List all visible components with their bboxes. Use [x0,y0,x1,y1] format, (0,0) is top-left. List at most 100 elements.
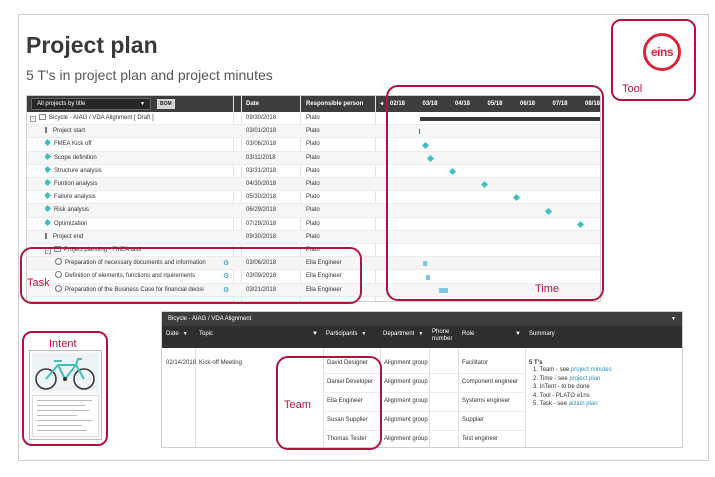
summary-item: 2. Time - see project plan [533,375,612,384]
task-responsible: Plato [306,128,320,135]
topic-filter-icon[interactable]: ▼ [312,331,318,337]
phone-header[interactable]: Phone number [432,329,456,343]
project-filter-dropdown[interactable]: All projects by title ▼ [31,98,151,110]
date-header-label: Date [166,331,179,337]
participant-department: Alignment group [384,379,428,385]
meeting-date: 02/14/2018 [166,360,197,366]
task-name-label: Project end [53,233,84,240]
task-responsible: Plato [306,207,320,214]
diamond-icon [45,218,52,226]
bicycle-icon [35,358,95,390]
task-name: FMEA Kick off [45,138,221,151]
task-name-label: Failure analysis [54,194,96,201]
column-divider [458,348,459,447]
flag-icon [45,232,50,239]
summary-item-text: 3. InTent - to be done [533,384,590,390]
summary-item-text: 5. Task - see [533,401,569,407]
filter-icon[interactable]: ▼ [418,331,423,337]
date-column-header[interactable]: Date [246,96,259,112]
bom-button[interactable]: BOM [157,99,175,109]
task-name-label: Structure analysis [54,167,102,174]
intent-callout-label: Intent [49,338,77,350]
task-name: − Bicycle - AIAG / VDA Alignment [ Draft … [30,112,221,125]
diamond-icon [45,178,52,187]
task-name-label: Optimization [54,220,88,227]
box-icon [39,114,46,120]
diamond-icon [45,205,52,213]
task-name-label: Funtion analysis [54,181,98,187]
participant-department: Alignment group [384,398,428,404]
phone-header-label: Phone number [432,329,453,342]
task-name-label: Bicycle - AIAG / VDA Alignment [ Draft ] [49,115,154,121]
summary-item-link[interactable]: action plan [569,401,598,407]
task-name-label: Scope definition [54,154,97,161]
diamond-icon [45,192,52,200]
responsible-column-header[interactable]: Responsible person [306,96,363,112]
text-line [37,425,82,426]
flag-icon [45,127,50,134]
participant-role: Facilitator [462,360,489,366]
role-header[interactable]: Role [462,331,474,337]
summary-list: 1. Team - see project minutes 2. Time - s… [533,366,612,409]
task-name: Project start [45,125,221,138]
chevron-down-icon[interactable]: ▼ [671,312,676,326]
text-line [37,400,92,401]
participants-header-label: Participants [326,331,358,337]
task-responsible: Plato [306,154,320,161]
column-divider [525,348,526,447]
summary-item: 5. Task - see action plan [533,400,612,409]
date-header[interactable]: Date ▼ [166,331,188,337]
task-date: 03/01/2018 [246,128,277,135]
task-name: Failure analysis [45,191,221,204]
text-line [37,430,87,431]
participant-department: Alignment group [384,360,428,366]
task-responsible: Plato [306,167,320,174]
filter-icon[interactable]: ▼ [361,331,366,337]
task-responsible: Plato [306,181,320,187]
tool-callout-label: Tool [622,83,643,95]
bicycle-image [32,353,99,391]
summary-item-text: 4. Tool - PLATO e1ns [533,392,590,399]
minutes-table-header: Date ▼ Topic ▼ Participants ▼ Department ▼ … [162,326,682,348]
task-responsible: Plato [306,141,320,148]
participant-department: Alignment group [384,436,428,442]
timeline-prev-icon[interactable]: ◂ [380,96,383,112]
diamond-icon [45,165,52,173]
minutes-title-bar: Bicycle - AIAG / VDA Alignment ▼ [162,312,682,326]
department-header[interactable]: Department ▼ [383,331,423,337]
meeting-topic: Kick-off Meeting [199,360,242,366]
chevron-down-icon: ▼ [140,101,145,107]
task-responsible: Plato [306,194,320,201]
column-divider [429,348,430,447]
summary-item-link[interactable]: project plan [569,376,600,382]
participant-department: Alignment group [384,417,428,423]
minutes-title: Bicycle - AIAG / VDA Alignment [168,316,252,322]
task-name-label: Risk analysis [54,207,90,214]
page-title: Project plan [26,32,158,58]
collapse-toggle-icon[interactable]: − [30,116,36,122]
project-minutes-panel: Bicycle - AIAG / VDA Alignment ▼ Date ▼ T… [161,311,683,448]
text-line [37,410,89,411]
participant-role: Test engineer [462,436,499,442]
task-name: Structure analysis [45,165,221,178]
summary-header[interactable]: Summary [529,331,555,337]
participants-header[interactable]: Participants ▼ [326,331,366,337]
summary-item-link[interactable]: project minutes [571,367,612,373]
filter-icon[interactable]: ▼ [183,331,188,337]
text-line [37,415,77,416]
role-filter-icon[interactable]: ▼ [515,331,521,337]
task-name: Project end [45,231,221,244]
topic-header[interactable]: Topic [199,331,213,337]
page-subtitle: 5 T's in project plan and project minute… [26,67,273,83]
intent-document-thumbnail[interactable] [29,350,102,440]
participant-role: Supplier [462,417,485,423]
text-line [37,420,92,421]
task-date: 03/11/2018 [246,154,276,161]
task-name: Scope definition [45,152,221,165]
task-responsible: Plato [306,220,320,227]
task-date: 09/30/2018 [246,115,277,121]
task-date: 03/31/2018 [246,167,277,174]
time-callout-label: Time [535,283,560,295]
participant-role: Component engineer [462,379,519,385]
role-header-label: Role [462,331,475,337]
